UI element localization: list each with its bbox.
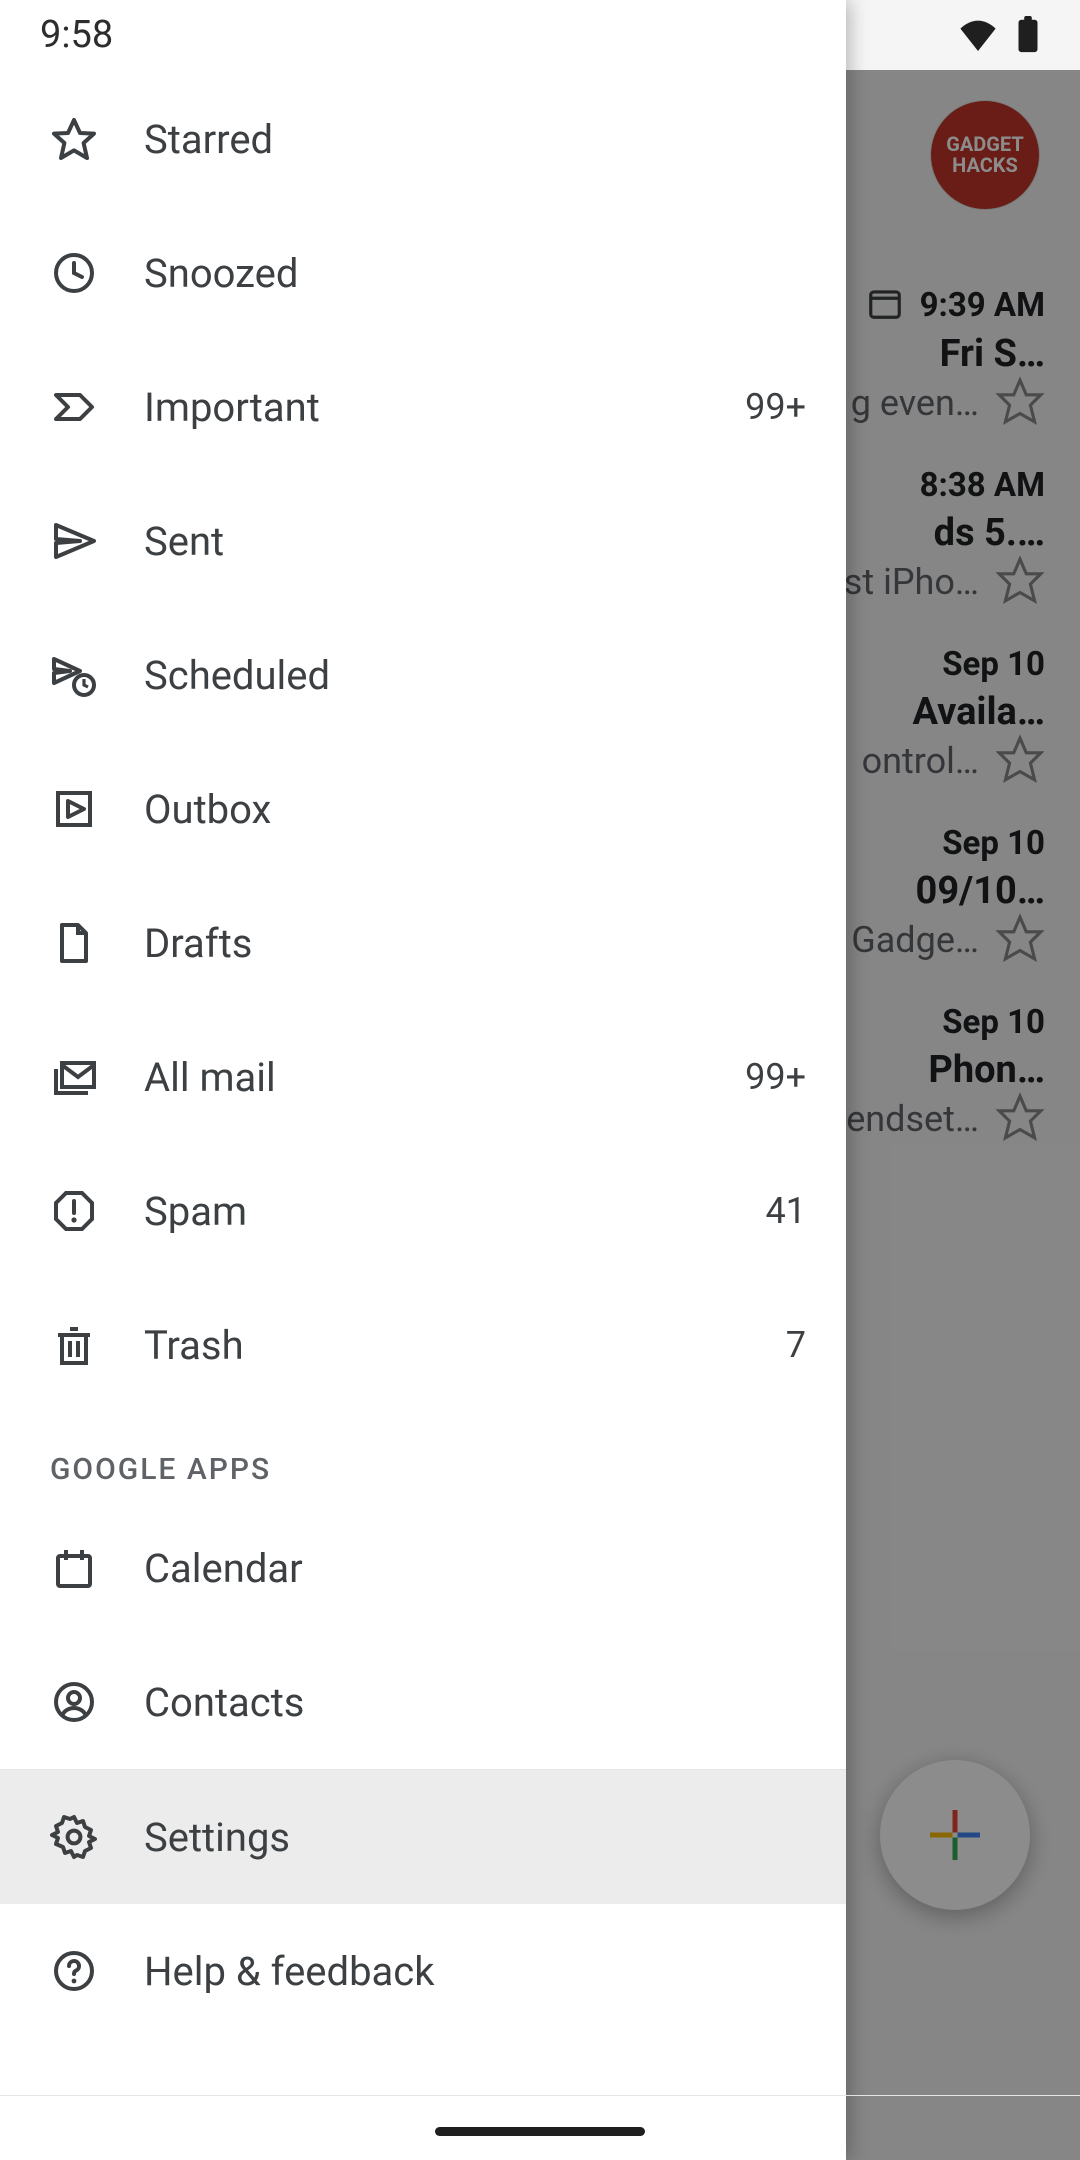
drawer-item-trash[interactable]: Trash 7 [0, 1278, 846, 1412]
drawer-item-sent[interactable]: Sent [0, 474, 846, 608]
drawer-item-label: Trash [144, 1322, 786, 1369]
drawer-item-snoozed[interactable]: Snoozed [0, 206, 846, 340]
drawer-item-count: 99+ [745, 1056, 806, 1098]
drawer-item-allmail[interactable]: All mail 99+ [0, 1010, 846, 1144]
drawer-item-label: Sent [144, 518, 806, 565]
drawer-item-spam[interactable]: Spam 41 [0, 1144, 846, 1278]
help-icon [50, 1947, 144, 1995]
send-icon [50, 517, 144, 565]
calendar-icon [50, 1544, 144, 1592]
drawer-item-label: Drafts [144, 920, 806, 967]
nav-handle[interactable] [435, 2127, 645, 2136]
drawer-item-label: Important [144, 384, 745, 431]
drawer-item-label: Settings [144, 1814, 806, 1861]
status-bar: 9:58 [0, 0, 1080, 70]
wifi-icon [958, 19, 998, 51]
drawer-item-starred[interactable]: Starred [0, 72, 846, 206]
file-icon [50, 919, 144, 967]
spam-icon [50, 1187, 144, 1235]
important-icon [50, 383, 144, 431]
status-time: 9:58 [40, 13, 113, 57]
drawer-item-label: Starred [144, 116, 806, 163]
drawer-item-label: Snoozed [144, 250, 806, 297]
drawer-item-settings[interactable]: Settings [0, 1770, 846, 1904]
drawer-item-scheduled[interactable]: Scheduled [0, 608, 846, 742]
bottom-divider [0, 2095, 1080, 2096]
drawer-item-label: Outbox [144, 786, 806, 833]
clock-icon [50, 249, 144, 297]
gear-icon [50, 1813, 144, 1861]
all-mail-icon [50, 1053, 144, 1101]
drawer-item-label: Calendar [144, 1545, 806, 1592]
drawer-item-important[interactable]: Important 99+ [0, 340, 846, 474]
drawer-item-label: All mail [144, 1054, 745, 1101]
star-icon [50, 115, 144, 163]
schedule-send-icon [50, 651, 144, 699]
drawer-item-help[interactable]: Help & feedback [0, 1904, 846, 2038]
battery-icon [1016, 16, 1040, 54]
section-header-google-apps: GOOGLE APPS [0, 1412, 846, 1501]
trash-icon [50, 1321, 144, 1369]
drawer-item-label: Contacts [144, 1679, 806, 1726]
drawer-item-drafts[interactable]: Drafts [0, 876, 846, 1010]
outbox-icon [50, 785, 144, 833]
drawer-item-outbox[interactable]: Outbox [0, 742, 846, 876]
drawer-item-count: 99+ [745, 386, 806, 428]
drawer-item-count: 7 [786, 1324, 806, 1366]
drawer-item-label: Scheduled [144, 652, 806, 699]
navigation-drawer: Starred Snoozed Important 99+ Sent [0, 0, 846, 2160]
drawer-item-count: 41 [766, 1190, 806, 1232]
drawer-item-contacts[interactable]: Contacts [0, 1635, 846, 1769]
drawer-item-label: Spam [144, 1188, 766, 1235]
drawer-item-calendar[interactable]: Calendar [0, 1501, 846, 1635]
drawer-item-label: Help & feedback [144, 1948, 806, 1995]
person-icon [50, 1678, 144, 1726]
